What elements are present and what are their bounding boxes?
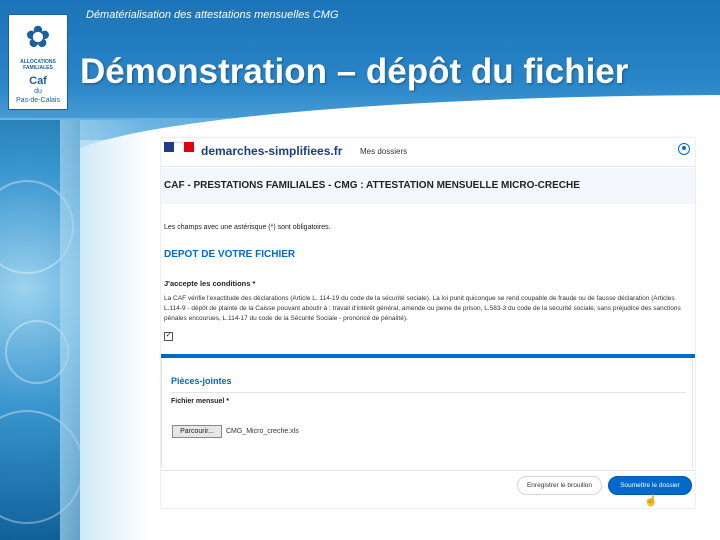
logo-allocations-text: ALLOCATIONS FAMILIALES [20,59,56,71]
caf-emblem-icon: ✿ [25,21,51,54]
legal-text: La CAF vérifie l'exactitude des déclarat… [164,295,681,322]
submit-button[interactable]: Soumettre le dossier [608,476,692,495]
attachments-panel [161,358,693,468]
section-depot-title: DEPOT DE VOTRE FICHIER [164,249,296,260]
procedure-title: CAF - PRESTATIONS FAMILIALES - CMG : ATT… [164,180,580,191]
republique-francaise-logo-icon [164,142,194,160]
site-brand-link[interactable]: demarches-simplifiees.fr [201,144,342,158]
hand-cursor-icon: ☝ [644,495,658,507]
user-account-icon[interactable] [678,143,690,155]
site-topbar: demarches-simplifiees.fr Mes dossiers [161,138,695,167]
caf-logo: ✿ ALLOCATIONS FAMILIALES Caf du Pas-de-C… [8,14,68,110]
slide-subtitle: Dématérialisation des attestations mensu… [86,9,339,21]
browser-screenshot: demarches-simplifiees.fr Mes dossiers CA… [161,138,695,508]
accept-conditions-label: J'accepte les conditions * [164,279,256,288]
attachments-separator [171,392,686,393]
logo-caf-text: Caf [29,75,47,87]
attachments-title: Pièces-jointes [171,376,232,386]
procedure-header: CAF - PRESTATIONS FAMILIALES - CMG : ATT… [161,168,695,204]
logo-du-text: du [34,88,42,95]
selected-file-name: CMG_Micro_creche.xls [226,428,299,435]
left-fade [60,120,150,540]
file-field-label: Fichier mensuel * [171,398,229,405]
browse-file-button[interactable]: Parcourir... [172,425,222,438]
slide-title: Démonstration – dépôt du fichier [80,52,629,91]
nav-mes-dossiers[interactable]: Mes dossiers [360,147,407,156]
logo-dept-text: Pas-de-Calais [16,97,60,104]
accept-conditions-checkbox[interactable]: ✓ [164,332,173,341]
mandatory-notice: Les champs avec une astérisque (*) sont … [164,224,331,231]
save-draft-button[interactable]: Enregistrer le brouillon [517,476,602,495]
